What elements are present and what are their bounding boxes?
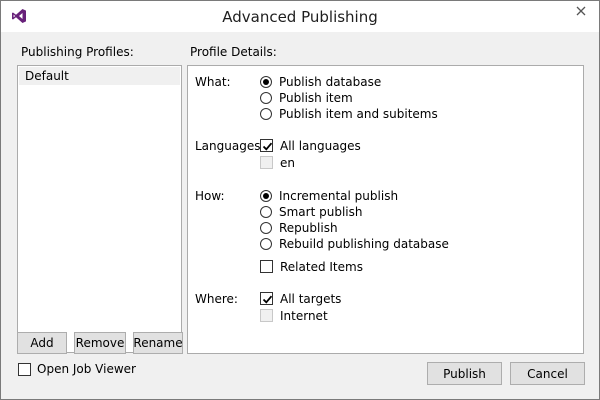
what-label: What: xyxy=(195,75,231,89)
close-button[interactable] xyxy=(567,3,595,21)
how-rebuild-database-radio[interactable] xyxy=(260,238,272,250)
what-publish-item-radio[interactable] xyxy=(260,92,272,104)
target-internet-label: Internet xyxy=(280,309,328,323)
publishing-profiles-list[interactable]: Default xyxy=(17,65,182,353)
checkmark-icon xyxy=(262,142,273,151)
how-option-label: Incremental publish xyxy=(279,189,399,203)
what-option-label: Publish item and subitems xyxy=(279,107,438,121)
publishing-profiles-label: Publishing Profiles: xyxy=(21,45,134,59)
cancel-button[interactable]: Cancel xyxy=(510,362,585,385)
window-title: Advanced Publishing xyxy=(222,8,378,26)
open-job-viewer-label: Open Job Viewer xyxy=(37,362,136,376)
open-job-viewer-checkbox[interactable] xyxy=(18,363,31,376)
profile-item-default[interactable]: Default xyxy=(19,67,180,85)
what-publish-item-subitems-radio[interactable] xyxy=(260,108,272,120)
how-incremental-publish-radio[interactable] xyxy=(260,190,272,202)
all-targets-checkbox[interactable] xyxy=(260,292,273,305)
related-items-checkbox[interactable] xyxy=(260,260,273,273)
how-republish-radio[interactable] xyxy=(260,222,272,234)
how-smart-publish-radio[interactable] xyxy=(260,206,272,218)
how-option-label: Smart publish xyxy=(279,205,363,219)
rename-button[interactable]: Rename xyxy=(133,332,183,354)
all-languages-checkbox[interactable] xyxy=(260,139,273,152)
add-button[interactable]: Add xyxy=(17,332,67,354)
advanced-publishing-dialog: Advanced Publishing Publishing Profiles:… xyxy=(0,0,600,400)
checkmark-icon xyxy=(262,295,273,304)
languages-label: Languages: xyxy=(195,139,265,153)
how-label: How: xyxy=(195,189,225,203)
what-option-label: Publish item xyxy=(279,91,353,105)
all-targets-label: All targets xyxy=(280,292,342,306)
publish-button[interactable]: Publish xyxy=(427,362,502,385)
how-option-label: Rebuild publishing database xyxy=(279,237,449,251)
language-en-checkbox[interactable] xyxy=(260,156,273,169)
remove-button[interactable]: Remove xyxy=(74,332,126,354)
target-internet-checkbox[interactable] xyxy=(260,309,273,322)
language-en-label: en xyxy=(280,156,295,170)
close-icon xyxy=(576,5,586,19)
what-publish-database-radio[interactable] xyxy=(260,76,272,88)
profile-details-label: Profile Details: xyxy=(190,45,277,59)
title-bar: Advanced Publishing xyxy=(1,1,599,32)
where-label: Where: xyxy=(195,292,238,306)
how-option-label: Republish xyxy=(279,221,338,235)
what-option-label: Publish database xyxy=(279,75,382,89)
related-items-label: Related Items xyxy=(280,260,363,274)
all-languages-label: All languages xyxy=(280,139,361,153)
